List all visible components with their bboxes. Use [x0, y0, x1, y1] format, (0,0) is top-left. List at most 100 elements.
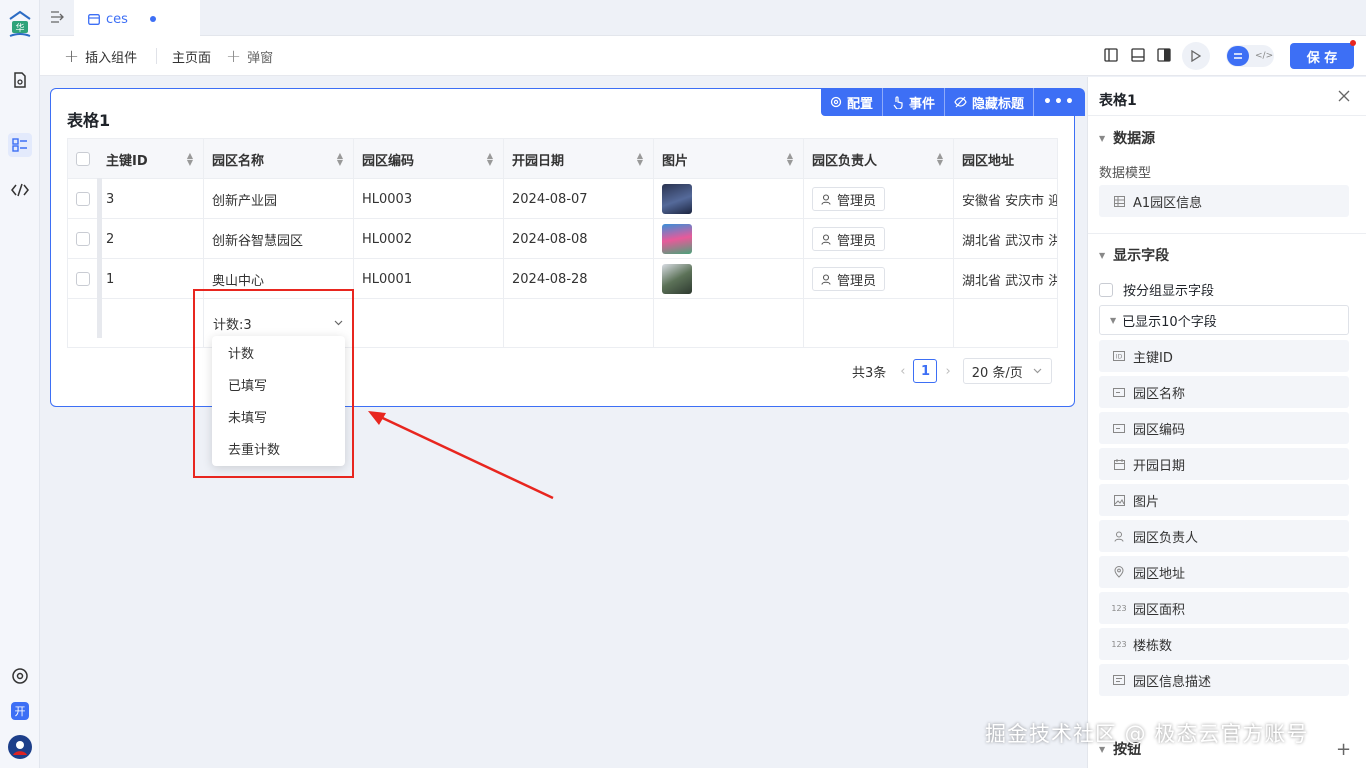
page-file-icon[interactable] — [8, 68, 32, 92]
row-select[interactable] — [68, 179, 98, 219]
table-row[interactable]: 3 创新产业园 HL0003 2024-08-07 管理员 安徽省 安庆市 迎 — [68, 179, 1057, 219]
header-cell[interactable]: 图片 ▲ ▼ — [654, 139, 804, 179]
table-icon — [1113, 195, 1125, 207]
sort-icon[interactable]: ▲ ▼ — [337, 152, 343, 167]
row-select[interactable] — [68, 219, 98, 259]
add-button-plus-icon[interactable]: + — [1336, 739, 1351, 760]
divider — [1088, 115, 1366, 116]
divider — [156, 48, 157, 64]
sort-icon[interactable]: ▲ ▼ — [487, 152, 493, 167]
total-count: 共3条 — [852, 365, 887, 381]
popup-label: 弹窗 — [247, 50, 274, 66]
sort-icon[interactable]: ▲ ▼ — [937, 152, 943, 167]
collapse-sidebar-icon[interactable] — [50, 11, 64, 27]
field-item[interactable]: 园区名称 — [1099, 376, 1349, 408]
more-button[interactable]: ••• — [1034, 88, 1085, 116]
calendar-icon — [1113, 458, 1125, 470]
code-icon[interactable] — [8, 178, 32, 202]
checkbox[interactable] — [76, 152, 90, 166]
field-item[interactable]: 园区编码 — [1099, 412, 1349, 444]
layout-right-icon[interactable] — [1157, 48, 1171, 66]
properties-panel: 表格1 ▼ 数据源 数据模型 A1园区信息 ▼ 显示字段 按分组显示字段 ▼ 已… — [1087, 77, 1366, 768]
header-label: 园区名称 — [212, 153, 265, 169]
field-item[interactable]: ID 主键ID — [1099, 340, 1349, 372]
field-item[interactable]: 园区负责人 — [1099, 520, 1349, 552]
layout-bottom-icon[interactable] — [1131, 48, 1145, 66]
group-display-checkbox[interactable]: 按分组显示字段 — [1099, 280, 1214, 299]
card-title: 表格1 — [67, 111, 111, 130]
owner-tag[interactable]: 管理员 — [812, 187, 886, 211]
checkbox[interactable] — [1099, 282, 1113, 297]
event-button[interactable]: 事件 — [883, 88, 946, 116]
header-cell[interactable]: 主键ID ▲ ▼ — [98, 139, 204, 179]
current-page-button[interactable]: 1 — [913, 359, 938, 383]
save-button[interactable]: 保 存 — [1290, 43, 1354, 69]
owner-tag[interactable]: 管理员 — [812, 227, 886, 251]
owner-tag[interactable]: 管理员 — [812, 267, 886, 291]
park-image-thumbnail[interactable] — [662, 264, 692, 294]
next-page-icon[interactable]: › — [945, 364, 950, 379]
owner-name: 管理员 — [837, 273, 877, 289]
field-item[interactable]: 园区地址 — [1099, 556, 1349, 588]
checkbox[interactable] — [76, 232, 90, 246]
add-popup-button[interactable]: + 弹窗 — [226, 36, 273, 76]
checkbox[interactable] — [76, 272, 90, 286]
field-label: 楼栋数 — [1133, 638, 1173, 654]
row-select[interactable] — [68, 259, 98, 299]
field-item[interactable]: 园区信息描述 — [1099, 664, 1349, 696]
hand-icon — [893, 95, 903, 109]
header-cell[interactable]: 园区名称 ▲ ▼ — [204, 139, 354, 179]
user-icon — [821, 233, 831, 245]
header-cell[interactable]: 园区地址 — [954, 139, 1057, 179]
annotation-arrow — [368, 411, 554, 500]
datasource-section-header[interactable]: ▼ 数据源 — [1099, 128, 1155, 148]
sort-icon[interactable]: ▲ ▼ — [637, 152, 643, 167]
prev-page-icon[interactable]: ‹ — [900, 364, 905, 379]
header-cell[interactable]: 开园日期 ▲ ▼ — [504, 139, 654, 179]
hide-title-label: 隐藏标题 — [972, 96, 1025, 112]
field-item[interactable]: 123 园区面积 — [1099, 592, 1349, 624]
shown-fields-toggle[interactable]: ▼ 已显示10个字段 — [1099, 305, 1349, 335]
design-mode-icon — [1227, 46, 1249, 66]
open-badge-icon[interactable]: 开 — [11, 702, 29, 720]
tab-ces[interactable]: ces — [74, 0, 200, 36]
page-size-select[interactable]: 20 条/页 — [962, 358, 1052, 384]
layout-left-icon[interactable] — [1104, 48, 1118, 66]
insert-component-label: 插入组件 — [85, 50, 138, 66]
header-cell[interactable]: 园区编码 ▲ ▼ — [354, 139, 504, 179]
park-image-thumbnail[interactable] — [662, 184, 692, 214]
checkbox[interactable] — [76, 192, 90, 206]
header-cell[interactable]: 园区负责人 ▲ ▼ — [804, 139, 954, 179]
id-icon: ID — [1113, 350, 1125, 362]
display-fields-section-header[interactable]: ▼ 显示字段 — [1099, 245, 1169, 265]
cell-id: 1 — [98, 259, 204, 299]
cell-name: 创新谷智慧园区 — [204, 219, 354, 259]
cell-owner: 管理员 — [804, 259, 954, 299]
header-select-all[interactable] — [68, 139, 98, 179]
caret-down-icon: ▼ — [1099, 250, 1106, 260]
close-icon[interactable] — [1338, 90, 1350, 106]
field-item[interactable]: 图片 — [1099, 484, 1349, 516]
sort-icon[interactable]: ▲ ▼ — [787, 152, 793, 167]
user-avatar[interactable] — [8, 735, 32, 759]
insert-component-button[interactable]: + 插入组件 — [64, 36, 137, 76]
design-code-switch[interactable]: </> — [1226, 45, 1274, 67]
settings-icon[interactable] — [8, 664, 32, 688]
config-button[interactable]: 配置 — [821, 88, 884, 116]
field-item[interactable]: 123 楼栋数 — [1099, 628, 1349, 660]
preview-play-icon[interactable] — [1182, 42, 1210, 70]
field-label: 开园日期 — [1133, 458, 1186, 474]
data-model-select[interactable]: A1园区信息 — [1099, 185, 1349, 217]
owner-name: 管理员 — [837, 233, 877, 249]
user-icon — [821, 193, 831, 205]
table-row[interactable]: 2 创新谷智慧园区 HL0002 2024-08-08 管理员 湖北省 武汉市 … — [68, 219, 1057, 259]
cell-image — [654, 259, 804, 299]
field-item[interactable]: 开园日期 — [1099, 448, 1349, 480]
app-logo[interactable]: 华 — [7, 10, 33, 40]
main-page-tab[interactable]: 主页面 — [172, 36, 211, 76]
park-image-thumbnail[interactable] — [662, 224, 692, 254]
hide-title-button[interactable]: 隐藏标题 — [945, 88, 1035, 116]
sort-icon[interactable]: ▲ ▼ — [187, 152, 193, 167]
component-list-icon[interactable] — [8, 133, 32, 157]
config-label: 配置 — [847, 96, 874, 112]
